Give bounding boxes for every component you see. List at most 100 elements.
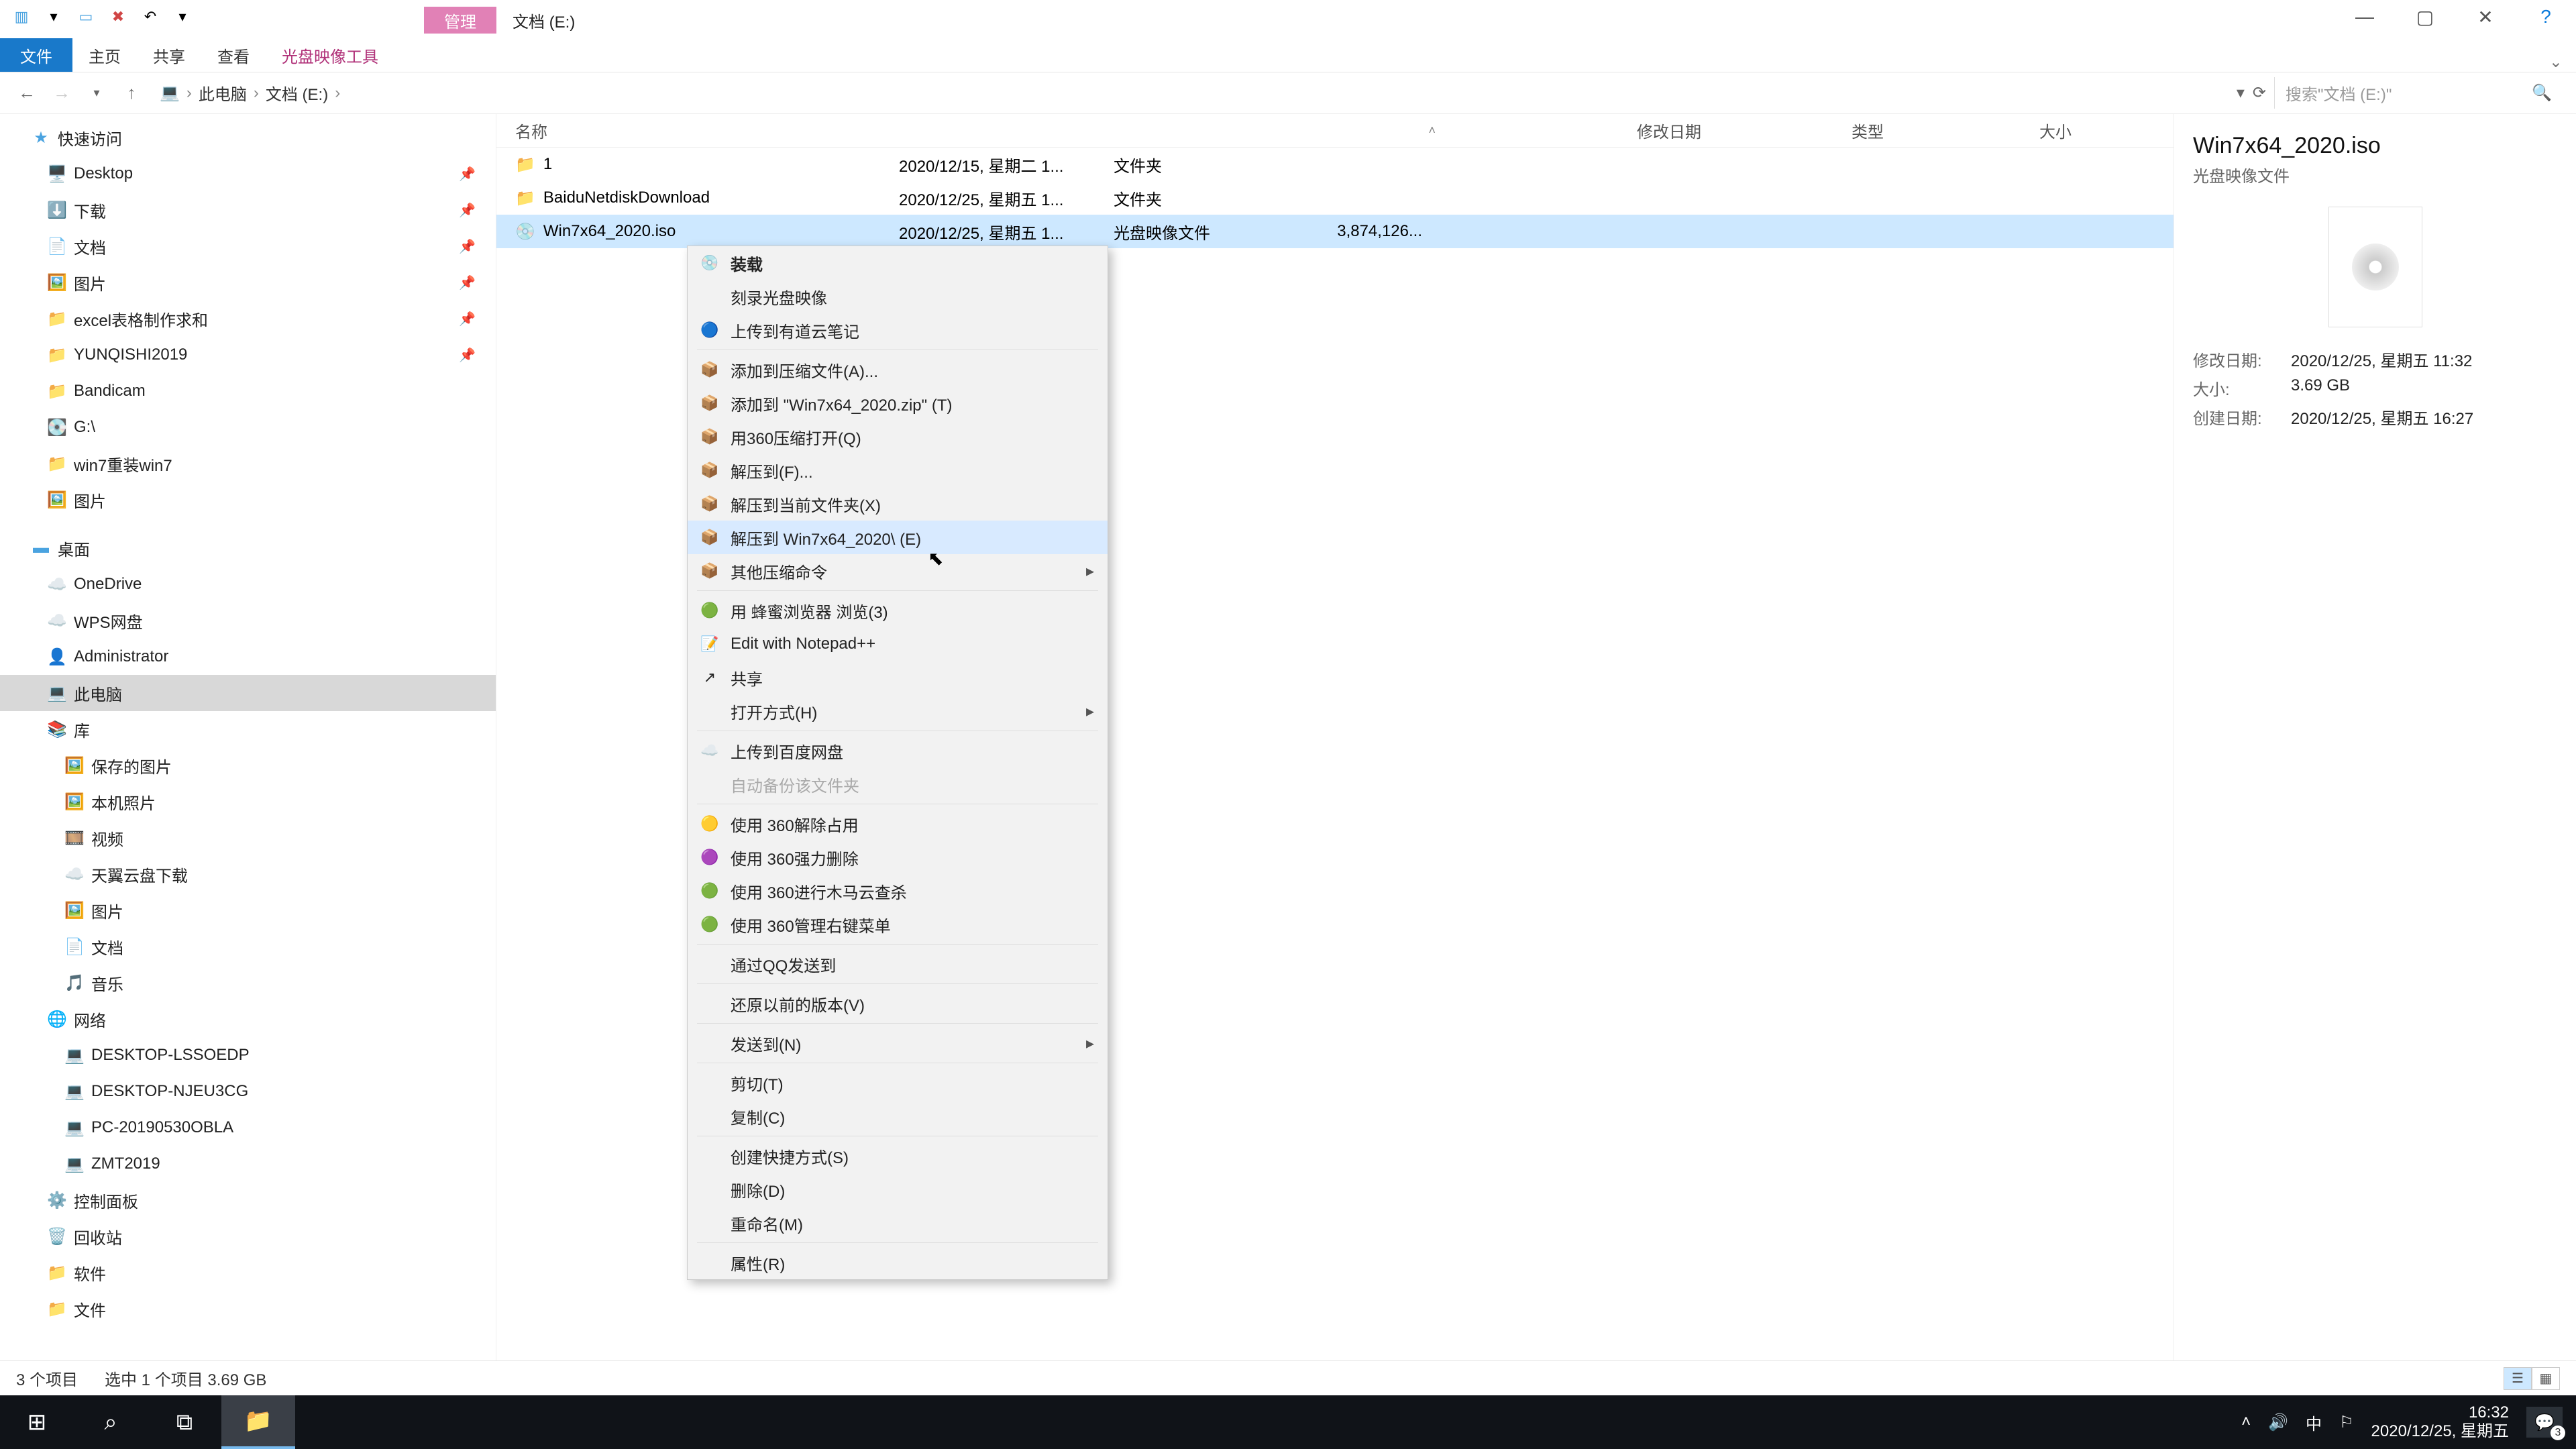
search-icon[interactable]: 🔍 xyxy=(2532,83,2552,103)
ribbon-tab-home[interactable]: 主页 xyxy=(72,38,137,72)
volume-icon[interactable]: 🔊 xyxy=(2268,1413,2288,1432)
tree-item[interactable]: 📁excel表格制作求和📌 xyxy=(0,301,496,337)
menu-item[interactable]: 🟢使用 360进行木马云查杀 xyxy=(688,874,1108,908)
tree-item[interactable]: 🖼️图片 xyxy=(0,482,496,518)
menu-item[interactable]: 🟣使用 360强力删除 xyxy=(688,841,1108,874)
file-row[interactable]: 📁12020/12/15, 星期二 1...文件夹 xyxy=(496,148,2174,181)
up-button[interactable]: ↑ xyxy=(118,80,145,107)
breadcrumb[interactable]: 💻 › 此电脑 › 文档 (E:) › xyxy=(153,81,2229,105)
menu-item[interactable]: 创建快捷方式(S) xyxy=(688,1139,1108,1173)
tree-item[interactable]: ☁️WPS网盘 xyxy=(0,602,496,639)
menu-item[interactable]: 属性(R) xyxy=(688,1246,1108,1279)
properties-icon[interactable]: ▭ xyxy=(72,6,99,28)
tree-item[interactable]: 🖼️图片 xyxy=(0,892,496,928)
breadcrumb-item[interactable]: 文档 (E:) xyxy=(266,81,328,105)
tree-item[interactable]: 📁win7重装win7 xyxy=(0,445,496,482)
tree-item[interactable]: 💻ZMT2019 xyxy=(0,1146,496,1182)
menu-item[interactable]: 🟡使用 360解除占用 xyxy=(688,807,1108,841)
menu-item[interactable]: 🟢使用 360管理右键菜单 xyxy=(688,908,1108,941)
file-row[interactable]: 📁BaiduNetdiskDownload2020/12/25, 星期五 1..… xyxy=(496,181,2174,215)
menu-item[interactable]: 重命名(M) xyxy=(688,1206,1108,1240)
chevron-right-icon[interactable]: › xyxy=(186,84,192,103)
menu-item[interactable]: 刻录光盘映像 xyxy=(688,280,1108,313)
menu-item[interactable]: 复制(C) xyxy=(688,1099,1108,1133)
column-headers[interactable]: 名称 ˄ 修改日期 类型 大小 xyxy=(496,114,2174,148)
menu-item[interactable]: 🟢用 蜂蜜浏览器 浏览(3) xyxy=(688,594,1108,627)
chevron-right-icon[interactable]: › xyxy=(254,84,259,103)
tree-item[interactable]: 💻此电脑 xyxy=(0,675,496,711)
qat-more-icon[interactable]: ▾ xyxy=(169,6,196,28)
navigation-tree[interactable]: ★快速访问 🖥️Desktop📌⬇️下载📌📄文档📌🖼️图片📌📁excel表格制作… xyxy=(0,114,496,1360)
taskbar-explorer[interactable]: 📁 xyxy=(221,1395,295,1449)
column-type[interactable]: 类型 xyxy=(1851,119,2039,142)
back-button[interactable]: ← xyxy=(13,80,40,107)
menu-item[interactable]: ☁️上传到百度网盘 xyxy=(688,734,1108,767)
file-tab[interactable]: 文件 xyxy=(0,38,72,72)
action-center-button[interactable]: 💬3 xyxy=(2526,1407,2563,1438)
security-icon[interactable]: ⚐ xyxy=(2339,1413,2354,1432)
tree-item[interactable]: 📁软件 xyxy=(0,1254,496,1291)
tree-quick-access[interactable]: ★快速访问 xyxy=(0,119,496,156)
tree-item[interactable]: 📚库 xyxy=(0,711,496,747)
menu-item[interactable]: 打开方式(H)▸ xyxy=(688,694,1108,728)
tree-item[interactable]: 🗑️回收站 xyxy=(0,1218,496,1254)
ime-indicator[interactable]: 中 xyxy=(2306,1411,2322,1434)
menu-item[interactable]: 还原以前的版本(V) xyxy=(688,987,1108,1020)
tree-item[interactable]: 🖥️Desktop📌 xyxy=(0,156,496,192)
forward-button[interactable]: → xyxy=(48,80,75,107)
recent-dropdown[interactable]: ▾ xyxy=(83,80,110,107)
qat-dropdown-icon[interactable]: ▾ xyxy=(40,6,67,28)
ribbon-tab-view[interactable]: 查看 xyxy=(201,38,266,72)
menu-item[interactable]: 📦解压到(F)... xyxy=(688,453,1108,487)
tree-item[interactable]: 🎞️视频 xyxy=(0,820,496,856)
column-date[interactable]: 修改日期 xyxy=(1637,119,1851,142)
undo-icon[interactable]: ↶ xyxy=(137,6,164,28)
search-input[interactable]: 搜索"文档 (E:)" 🔍 xyxy=(2274,77,2563,109)
tree-item[interactable]: 🖼️本机照片 xyxy=(0,784,496,820)
tree-item[interactable]: ☁️天翼云盘下载 xyxy=(0,856,496,892)
menu-item[interactable]: 📦解压到 Win7x64_2020\ (E) xyxy=(688,521,1108,554)
ribbon-collapse-icon[interactable]: ⌄ xyxy=(2549,52,2576,72)
ribbon-tab-disc-tools[interactable]: 光盘映像工具 xyxy=(266,38,394,72)
tree-item[interactable]: 📁YUNQISHI2019📌 xyxy=(0,337,496,373)
tree-item[interactable]: 📁文件 xyxy=(0,1291,496,1327)
tree-item[interactable]: 📁Bandicam xyxy=(0,373,496,409)
menu-item[interactable]: 发送到(N)▸ xyxy=(688,1026,1108,1060)
menu-item[interactable]: 删除(D) xyxy=(688,1173,1108,1206)
tree-item[interactable]: 💻PC-20190530OBLA xyxy=(0,1110,496,1146)
close-button[interactable]: ✕ xyxy=(2455,3,2516,30)
tree-item[interactable]: ⚙️控制面板 xyxy=(0,1182,496,1218)
minimize-button[interactable]: — xyxy=(2334,3,2395,30)
tree-item[interactable]: 💻DESKTOP-LSSOEDP xyxy=(0,1037,496,1073)
search-button[interactable]: ⌕ xyxy=(74,1395,148,1449)
breadcrumb-item[interactable]: 此电脑 xyxy=(199,81,247,105)
tree-item[interactable]: ☁️OneDrive xyxy=(0,566,496,602)
menu-item[interactable]: 剪切(T) xyxy=(688,1066,1108,1099)
tree-item[interactable]: 🖼️保存的图片 xyxy=(0,747,496,784)
tree-item[interactable]: 📄文档📌 xyxy=(0,228,496,264)
file-row[interactable]: 💿Win7x64_2020.iso2020/12/25, 星期五 1...光盘映… xyxy=(496,215,2174,248)
context-tab-manage[interactable]: 管理 xyxy=(424,7,496,34)
column-size[interactable]: 大小 xyxy=(2039,119,2174,142)
tree-desktop[interactable]: ▬桌面 xyxy=(0,530,496,566)
start-button[interactable]: ⊞ xyxy=(0,1395,74,1449)
tray-overflow-icon[interactable]: ˄ xyxy=(2241,1413,2251,1432)
refresh-icon[interactable]: ⟳ xyxy=(2253,83,2266,103)
delete-icon[interactable]: ✖ xyxy=(105,6,131,28)
tree-item[interactable]: 🎵音乐 xyxy=(0,965,496,1001)
menu-item[interactable]: 📦用360压缩打开(Q) xyxy=(688,420,1108,453)
column-name[interactable]: 名称 xyxy=(496,119,899,142)
menu-item[interactable]: 📦解压到当前文件夹(X) xyxy=(688,487,1108,521)
menu-item[interactable]: 🔵上传到有道云笔记 xyxy=(688,313,1108,347)
menu-item[interactable]: ↗共享 xyxy=(688,661,1108,694)
tree-item[interactable]: 📄文档 xyxy=(0,928,496,965)
tree-item[interactable]: 💽G:\ xyxy=(0,409,496,445)
chevron-right-icon[interactable]: › xyxy=(335,84,340,103)
menu-item[interactable]: 📦其他压缩命令▸ xyxy=(688,554,1108,588)
task-view-button[interactable]: ⧉ xyxy=(148,1395,221,1449)
menu-item[interactable]: 📦添加到压缩文件(A)... xyxy=(688,353,1108,386)
clock[interactable]: 16:32 2020/12/25, 星期五 xyxy=(2371,1403,2509,1440)
menu-item[interactable]: 通过QQ发送到 xyxy=(688,947,1108,981)
menu-item[interactable]: 💿装载 xyxy=(688,246,1108,280)
tree-item[interactable]: ⬇️下载📌 xyxy=(0,192,496,228)
